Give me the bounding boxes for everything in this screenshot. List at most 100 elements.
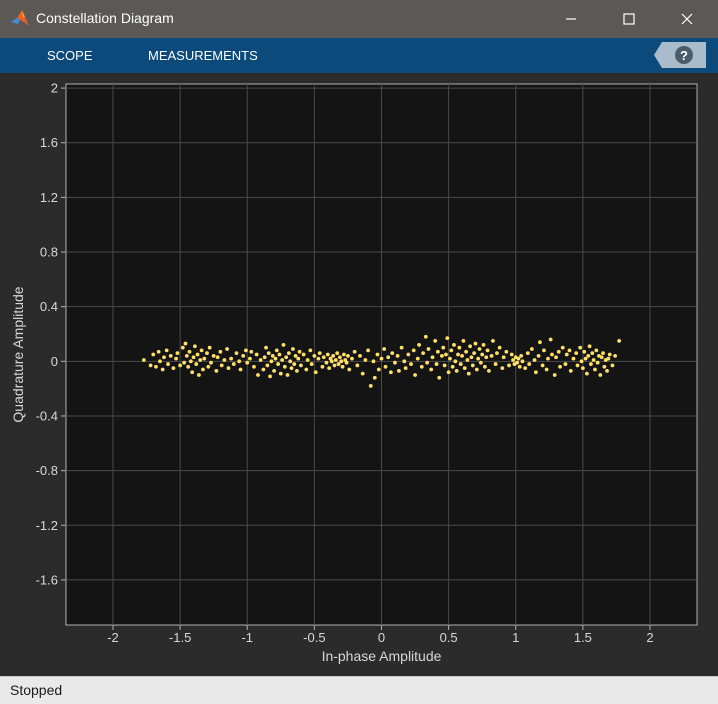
constellation-point bbox=[546, 356, 550, 361]
constellation-point bbox=[186, 364, 191, 369]
constellation-point bbox=[466, 371, 471, 376]
constellation-point bbox=[606, 356, 611, 361]
constellation-point bbox=[141, 358, 146, 362]
constellation-point bbox=[484, 355, 489, 360]
constellation-point bbox=[445, 336, 450, 341]
constellation-point bbox=[350, 356, 354, 361]
constellation-point bbox=[476, 356, 481, 361]
constellation-point bbox=[272, 368, 276, 373]
close-icon bbox=[681, 13, 693, 25]
constellation-point bbox=[421, 351, 426, 356]
constellation-point bbox=[406, 352, 411, 357]
constellation-point bbox=[192, 344, 197, 349]
constellation-point bbox=[225, 347, 230, 351]
constellation-point bbox=[262, 355, 267, 360]
constellation-point bbox=[202, 356, 207, 361]
constellation-point bbox=[548, 337, 553, 342]
constellation-point bbox=[480, 352, 485, 357]
constellation-point bbox=[452, 343, 456, 347]
y-tick-label: 0.4 bbox=[40, 299, 58, 314]
constellation-point bbox=[301, 352, 306, 357]
help-icon: ? bbox=[654, 42, 706, 68]
close-button[interactable] bbox=[658, 0, 716, 38]
y-axis-label: Quadrature Amplitude bbox=[10, 286, 26, 422]
constellation-point bbox=[441, 345, 446, 350]
constellation-point bbox=[460, 353, 464, 358]
x-tick-label: 2 bbox=[646, 630, 653, 645]
constellation-point bbox=[346, 353, 350, 358]
constellation-point bbox=[517, 364, 522, 369]
constellation-point bbox=[540, 363, 545, 368]
x-tick-label: 1.5 bbox=[574, 630, 592, 645]
constellation-point bbox=[269, 359, 274, 364]
constellation-point bbox=[395, 353, 400, 358]
constellation-point bbox=[299, 363, 303, 368]
constellation-point bbox=[474, 367, 479, 372]
constellation-point bbox=[312, 353, 317, 358]
constellation-point bbox=[158, 359, 162, 364]
constellation-point bbox=[489, 353, 494, 358]
constellation-point bbox=[296, 356, 301, 361]
constellation-point bbox=[437, 375, 442, 380]
constellation-point bbox=[382, 347, 387, 351]
constellation-point bbox=[595, 360, 600, 365]
constellation-point bbox=[290, 347, 295, 351]
constellation-point bbox=[504, 349, 509, 354]
constellation-point bbox=[317, 351, 322, 356]
constellation-point bbox=[482, 364, 487, 369]
constellation-point bbox=[453, 359, 458, 364]
constellation-point bbox=[184, 353, 189, 358]
constellation-point bbox=[209, 360, 213, 365]
constellation-point bbox=[286, 351, 291, 356]
constellation-point bbox=[495, 351, 499, 356]
x-tick-label: 1 bbox=[512, 630, 519, 645]
constellation-point bbox=[180, 345, 185, 350]
window-title: Constellation Diagram bbox=[36, 10, 174, 26]
constellation-point bbox=[582, 349, 587, 354]
constellation-point bbox=[304, 367, 309, 372]
toolstrip: SCOPE MEASUREMENTS ? bbox=[0, 38, 718, 73]
constellation-point bbox=[214, 368, 219, 373]
constellation-point bbox=[417, 343, 421, 347]
constellation-point bbox=[473, 341, 478, 346]
constellation-point bbox=[415, 356, 420, 361]
constellation-point bbox=[191, 355, 196, 360]
constellation-chart[interactable]: -2 -1.5 -1 -0.5 0 0.5 1 1.5 2 2 1.6 1.2 0.8 0.4 0 -0.4 -… bbox=[0, 73, 718, 676]
constellation-point bbox=[583, 356, 588, 361]
constellation-point bbox=[281, 343, 286, 347]
constellation-point bbox=[295, 368, 299, 373]
constellation-point bbox=[270, 353, 275, 358]
constellation-point bbox=[568, 368, 573, 373]
tab-measurements[interactable]: MEASUREMENTS bbox=[148, 48, 258, 63]
constellation-point bbox=[162, 355, 166, 360]
constellation-point bbox=[201, 367, 205, 372]
plot-area: -2 -1.5 -1 -0.5 0 0.5 1 1.5 2 2 1.6 1.2 0.8 0.4 0 -0.4 -… bbox=[0, 73, 718, 676]
constellation-point bbox=[199, 348, 204, 353]
constellation-point bbox=[337, 355, 342, 360]
constellation-point bbox=[249, 349, 254, 354]
constellation-point bbox=[276, 362, 281, 366]
constellation-point bbox=[464, 349, 468, 354]
constellation-point bbox=[550, 352, 554, 357]
constellation-point bbox=[222, 358, 227, 362]
constellation-point bbox=[533, 370, 538, 375]
title-bar: Constellation Diagram bbox=[0, 0, 718, 38]
constellation-point bbox=[360, 371, 365, 376]
constellation-point bbox=[195, 352, 200, 357]
constellation-point bbox=[273, 356, 278, 361]
constellation-point bbox=[368, 384, 373, 388]
y-tick-label: -0.8 bbox=[36, 463, 58, 478]
help-button[interactable]: ? bbox=[654, 42, 706, 68]
minimize-button[interactable] bbox=[542, 0, 600, 38]
constellation-point bbox=[509, 352, 514, 357]
constellation-point bbox=[174, 356, 178, 361]
x-tick-label: -1.5 bbox=[169, 630, 191, 645]
constellation-point bbox=[538, 340, 542, 345]
tab-scope[interactable]: SCOPE bbox=[47, 48, 93, 63]
constellation-point bbox=[285, 373, 290, 377]
constellation-point bbox=[515, 360, 519, 365]
constellation-point bbox=[607, 352, 612, 357]
constellation-point bbox=[442, 363, 447, 368]
constellation-point bbox=[344, 360, 349, 365]
maximize-button[interactable] bbox=[600, 0, 658, 38]
